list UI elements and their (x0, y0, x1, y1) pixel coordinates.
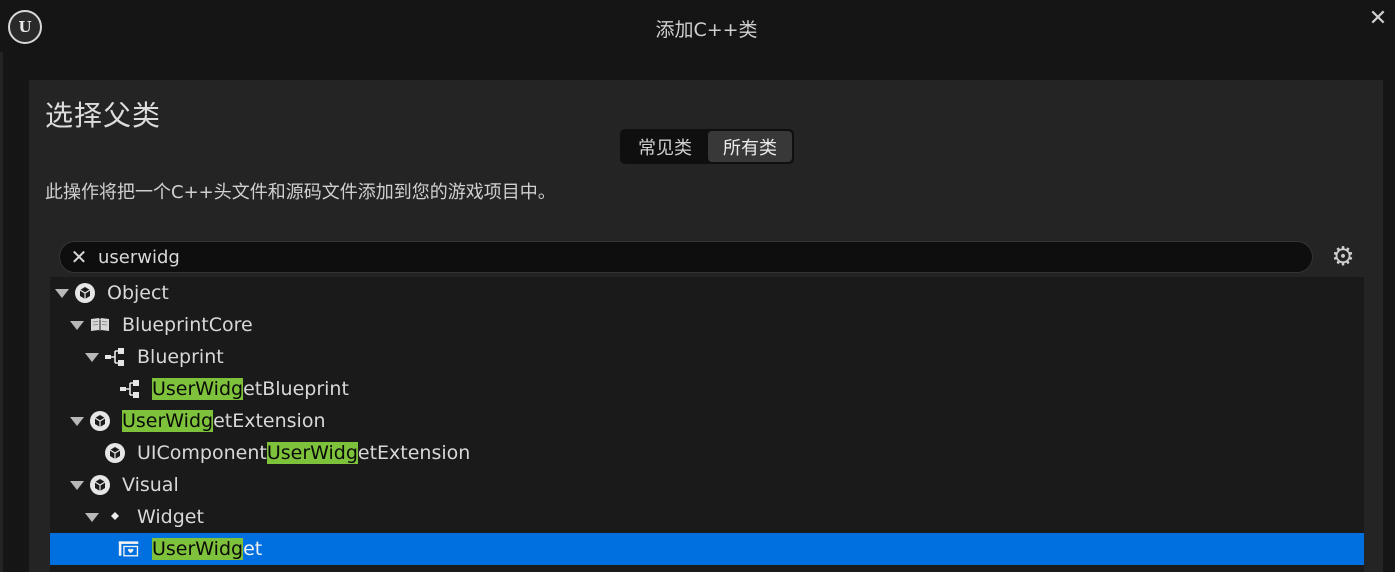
class-icon (89, 410, 111, 432)
class-filter-toggle: 常见类 所有类 (620, 129, 794, 164)
expand-arrow-icon[interactable] (70, 321, 84, 330)
tree-row-visual[interactable]: Visual (50, 469, 1364, 501)
diamond-icon (104, 506, 126, 528)
search-input[interactable] (98, 245, 1288, 269)
tree-row-userwidget-selected[interactable]: UserWidget (50, 533, 1364, 565)
class-icon (104, 442, 126, 464)
window-frame (0, 52, 3, 572)
expand-arrow-icon[interactable] (85, 353, 99, 362)
tree-item-label: Widget (137, 506, 204, 528)
tab-common-classes[interactable]: 常见类 (622, 131, 708, 162)
tree-row-userwidgetextension[interactable]: UserWidgetExtension (50, 405, 1364, 437)
class-icon (74, 282, 96, 304)
tree-item-label: Blueprint (137, 346, 224, 368)
gear-icon[interactable]: ⚙ (1330, 243, 1356, 271)
tree-item-label: UIComponentUserWidgetExtension (137, 442, 471, 464)
tree-item-label: Visual (122, 474, 179, 496)
tree-item-label: Object (107, 282, 169, 304)
tree-row-blueprintcore[interactable]: BlueprintCore (50, 309, 1364, 341)
tree-row-blueprint[interactable]: Blueprint (50, 341, 1364, 373)
tree-item-label: UserWidgetExtension (122, 410, 326, 432)
blueprint-icon (119, 378, 141, 400)
blueprint-icon (104, 346, 126, 368)
tree-row-uicomponentuserwidgetextension[interactable]: UIComponentUserWidgetExtension (50, 437, 1364, 469)
tree-row-userwidgetblueprint[interactable]: UserWidgetBlueprint (50, 373, 1364, 405)
class-tree: Object BlueprintCore Blueprint UserWidge… (50, 277, 1364, 572)
search-box: ✕ (59, 241, 1313, 273)
tree-row-object[interactable]: Object (50, 277, 1364, 309)
window-title: 添加C++类 (655, 19, 758, 41)
tree-item-label: UserWidgetBlueprint (152, 378, 349, 400)
expand-arrow-icon[interactable] (85, 513, 99, 522)
book-icon (89, 314, 111, 336)
class-icon (89, 474, 111, 496)
tree-item-label: BlueprintCore (122, 314, 253, 336)
title-bar: U 添加C++类 ✕ (0, 0, 1395, 52)
close-icon[interactable]: ✕ (1367, 8, 1389, 30)
expand-arrow-icon[interactable] (70, 417, 84, 426)
dialog-description: 此操作将把一个C++头文件和源码文件添加到您的游戏项目中。 (45, 182, 556, 203)
tab-all-classes[interactable]: 所有类 (708, 131, 792, 162)
user-widget-icon (118, 538, 140, 560)
tree-row-widget[interactable]: Widget (50, 501, 1364, 533)
clear-search-icon[interactable]: ✕ (68, 245, 90, 269)
tree-item-label: UserWidget (152, 538, 263, 560)
expand-arrow-icon[interactable] (55, 289, 69, 298)
page-title: 选择父类 (45, 99, 162, 132)
expand-arrow-icon[interactable] (70, 481, 84, 490)
